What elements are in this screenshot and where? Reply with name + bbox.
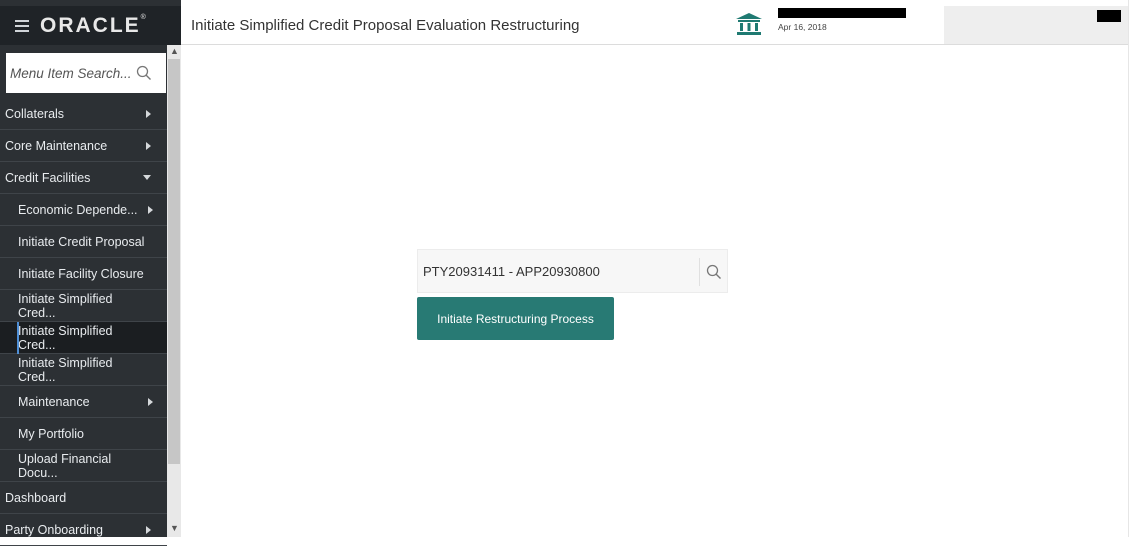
sidebar-scrollbar[interactable]: ▲ ▼ <box>167 45 181 537</box>
sidebar-item-label: Core Maintenance <box>5 138 108 153</box>
sidebar-item-initiate-simplified-cred[interactable]: Initiate Simplified Cred... <box>0 290 167 322</box>
caret-right-icon <box>146 109 151 118</box>
search-icon[interactable] <box>136 65 152 81</box>
sidebar-scroll-thumb[interactable] <box>168 59 180 464</box>
caret-down-icon <box>143 175 151 180</box>
sidebar-menu: Collaterals Core Maintenance Credit Facili… <box>0 98 167 546</box>
sidebar-item-label: Initiate Simplified Cred... <box>18 355 113 384</box>
scroll-up-icon[interactable]: ▲ <box>170 46 179 56</box>
sidebar-item-label: Party Onboarding <box>5 522 103 537</box>
sidebar-item-label: Credit Facilities <box>5 170 91 185</box>
caret-right-icon <box>148 205 153 214</box>
caret-right-icon <box>146 141 151 150</box>
sidebar-item-credit-facilities[interactable]: Credit Facilities <box>0 162 167 194</box>
sidebar-item-label: Economic Depende... <box>18 202 138 217</box>
user-info: Apr 16, 2018 <box>778 8 906 32</box>
sidebar-item-initiate-simplified-cred[interactable]: Initiate Simplified Cred... <box>0 354 167 386</box>
main-content: Initiate Restructuring Process <box>181 45 1128 537</box>
sidebar-item-label: Dashboard <box>5 490 67 505</box>
sidebar-item-maintenance[interactable]: Maintenance <box>0 386 167 418</box>
sidebar-item-core-maintenance[interactable]: Core Maintenance <box>0 130 167 162</box>
sidebar-item-label: My Portfolio <box>18 426 84 441</box>
caret-right-icon <box>146 525 151 534</box>
application-search-input[interactable] <box>418 263 698 279</box>
hamburger-menu-icon[interactable] <box>15 19 29 32</box>
sidebar-item-label: Initiate Facility Closure <box>18 266 144 281</box>
caret-right-icon <box>148 397 153 406</box>
sidebar-item-economic-depende[interactable]: Economic Depende... <box>0 194 167 226</box>
sidebar-item-label: Initiate Simplified Cred... <box>18 291 113 320</box>
sidebar-item-party-onboarding[interactable]: Party Onboarding <box>0 514 167 546</box>
redacted-user-menu[interactable] <box>1097 10 1121 22</box>
sidebar-item-collaterals[interactable]: Collaterals <box>0 98 167 130</box>
sidebar-item-initiate-credit-proposal[interactable]: Initiate Credit Proposal <box>0 226 167 258</box>
sidebar-item-label: Maintenance <box>18 394 90 409</box>
menu-search-input[interactable] <box>10 65 136 81</box>
header-right-panel <box>944 6 1133 44</box>
sidebar-item-initiate-facility-closure[interactable]: Initiate Facility Closure <box>0 258 167 290</box>
sidebar-item-my-portfolio[interactable]: My Portfolio <box>0 418 167 450</box>
sidebar-item-upload-financial-docu[interactable]: Upload Financial Docu... <box>0 450 167 482</box>
sidebar-item-label: Collaterals <box>5 106 65 121</box>
oracle-logo: ORACLE® <box>40 13 146 37</box>
scroll-down-icon[interactable]: ▼ <box>170 523 179 533</box>
sidebar-item-label: Initiate Credit Proposal <box>18 234 145 249</box>
bank-icon <box>736 13 762 35</box>
initiate-restructuring-button[interactable]: Initiate Restructuring Process <box>417 297 614 340</box>
menu-search-box <box>6 53 166 93</box>
application-search <box>417 249 728 293</box>
sidebar-item-label: Upload Financial Docu... <box>18 451 112 480</box>
sidebar: ORACLE® Collaterals Core Maintenance Credi… <box>0 0 181 546</box>
sidebar-item-label: Initiate Simplified Cred... <box>18 323 113 352</box>
search-icon[interactable] <box>706 264 722 280</box>
business-date: Apr 16, 2018 <box>778 22 827 32</box>
redacted-user-name <box>778 8 906 18</box>
page-header: Initiate Simplified Credit Proposal Eval… <box>181 6 1133 45</box>
page-scrollbar[interactable] <box>1128 0 1133 537</box>
search-divider <box>699 258 700 286</box>
brand-bar: ORACLE® <box>0 6 181 45</box>
sidebar-item-dashboard[interactable]: Dashboard <box>0 482 167 514</box>
page-title: Initiate Simplified Credit Proposal Eval… <box>191 17 580 34</box>
sidebar-item-initiate-simplified-cred[interactable]: Initiate Simplified Cred... <box>0 322 167 354</box>
